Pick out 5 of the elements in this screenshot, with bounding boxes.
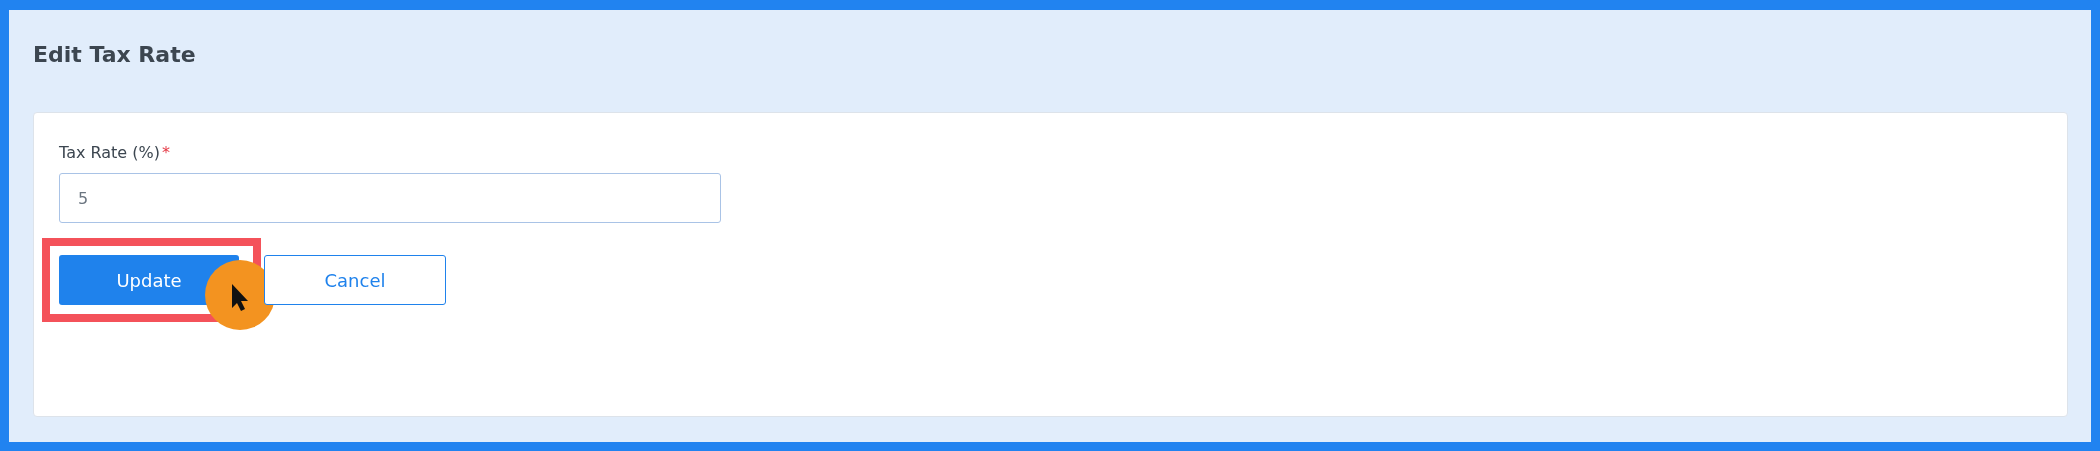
field-label: Tax Rate (%) bbox=[59, 143, 160, 162]
cancel-button[interactable]: Cancel bbox=[264, 255, 446, 305]
tax-rate-field[interactable]: 5 bbox=[59, 173, 721, 223]
page-title: Edit Tax Rate bbox=[33, 41, 197, 69]
required-mark: * bbox=[161, 143, 170, 162]
